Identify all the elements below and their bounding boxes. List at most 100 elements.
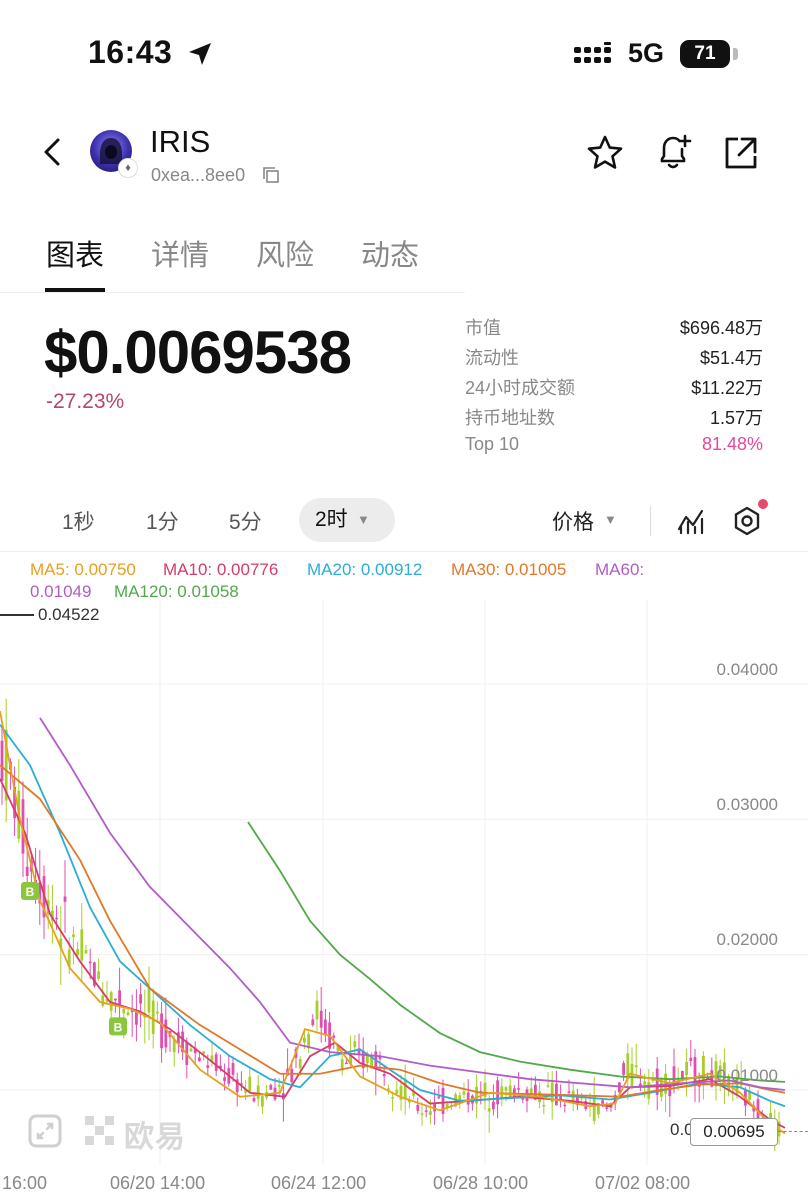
x-tick-label: 06/28 10:00 xyxy=(433,1173,529,1193)
fullscreen-toggle-icon[interactable] xyxy=(28,1114,62,1148)
signal-icon xyxy=(574,42,611,63)
ma10-legend: MA10: 0.00776 xyxy=(163,560,279,579)
candle-body xyxy=(563,1104,567,1107)
battery-cap xyxy=(733,48,738,60)
y-tick-label: 0.02000 xyxy=(716,930,778,949)
price-mode-select[interactable]: 价格 xyxy=(552,506,594,536)
network-type: 5G xyxy=(628,38,665,68)
candle-body xyxy=(0,740,4,781)
candle-body xyxy=(72,934,75,937)
ma30-legend: MA30: 0.01005 xyxy=(451,560,567,579)
candle-body xyxy=(126,1012,130,1016)
stat-label-market-cap: 市值 xyxy=(465,318,501,338)
caret-down-icon[interactable]: ▼ xyxy=(604,512,617,527)
tab-risk[interactable]: 风险 xyxy=(256,232,314,274)
y-tick-label: 0.03000 xyxy=(716,795,778,814)
y-tick-label: 0.04000 xyxy=(716,660,778,679)
candle-body xyxy=(492,1101,495,1110)
stat-value-market-cap: $696.48万 xyxy=(679,318,763,338)
ma60-line xyxy=(39,717,786,1091)
candle-body xyxy=(521,1098,525,1100)
candle-body xyxy=(290,1068,294,1083)
stat-label-holders: 持币地址数 xyxy=(465,408,555,428)
candle-body xyxy=(332,1035,336,1038)
ma5-legend: MA5: 0.00750 xyxy=(30,560,136,579)
ma120-legend: MA120: 0.01058 xyxy=(114,582,239,601)
interval-1s[interactable]: 1秒 xyxy=(62,506,95,536)
candle-body xyxy=(647,1082,651,1099)
candle-body xyxy=(252,1098,256,1102)
tab-activity[interactable]: 动态 xyxy=(361,232,419,274)
candle-body xyxy=(324,1019,327,1035)
x-tick-label: 16:00 xyxy=(2,1173,48,1193)
copy-icon[interactable] xyxy=(262,166,280,184)
candle-body xyxy=(101,995,105,1006)
candle-body xyxy=(261,1096,264,1107)
high-marker-line xyxy=(0,614,34,616)
candle-body xyxy=(601,1100,604,1104)
toolbar-separator xyxy=(650,506,651,536)
stat-value-top10: 81.48% xyxy=(701,434,763,454)
stat-value-liquidity: $51.4万 xyxy=(699,348,763,368)
candle-body xyxy=(353,1041,357,1048)
y-tick-label: 0.01000 xyxy=(716,1066,778,1085)
candle-body xyxy=(605,1107,609,1109)
ma10-line xyxy=(0,778,786,1129)
price-change: -27.23% xyxy=(46,390,125,413)
candle-body xyxy=(622,1063,625,1075)
candle-body xyxy=(277,1084,281,1087)
chart-top-border xyxy=(0,551,808,552)
candle-body xyxy=(223,1077,226,1082)
candle-body xyxy=(160,1013,163,1049)
candle-body xyxy=(378,1056,382,1060)
interval-5m[interactable]: 5分 xyxy=(229,506,262,536)
ma20-line xyxy=(0,724,786,1108)
tab-chart[interactable]: 图表 xyxy=(46,232,104,274)
candle-body xyxy=(567,1091,571,1093)
back-arrow-icon[interactable] xyxy=(38,134,66,170)
candle-body xyxy=(689,1057,693,1061)
location-arrow-icon xyxy=(189,43,211,65)
price-alert-bell-icon[interactable] xyxy=(654,132,694,172)
candle-body xyxy=(122,1009,126,1014)
settings-hexagon-icon[interactable] xyxy=(732,505,762,537)
status-time: 16:43 xyxy=(88,34,173,70)
candle-body xyxy=(269,1084,273,1090)
candle-body xyxy=(303,1037,306,1043)
interval-2h[interactable]: 2时 ▼ xyxy=(299,498,395,542)
stat-value-24h-volume: $11.22万 xyxy=(691,378,763,398)
interval-2h-label: 2时 xyxy=(315,508,348,531)
candle-body xyxy=(164,1019,168,1048)
candle-body xyxy=(500,1086,504,1099)
interval-1m[interactable]: 1分 xyxy=(146,506,179,536)
candle-body xyxy=(630,1063,634,1088)
candle-body xyxy=(151,1000,155,1034)
candle-body xyxy=(315,1000,319,1020)
candle-body xyxy=(114,998,117,1001)
candle-body xyxy=(76,949,79,956)
stat-label-top10: Top 10 xyxy=(465,434,520,454)
favorite-star-icon[interactable] xyxy=(586,134,624,172)
price-chart[interactable]: BB xyxy=(0,600,808,1165)
candle-body xyxy=(504,1087,508,1091)
share-external-icon[interactable] xyxy=(722,134,760,172)
indicator-chart-icon[interactable] xyxy=(676,507,706,535)
token-address: 0xea...8ee0 xyxy=(151,165,246,185)
candle-body xyxy=(643,1081,646,1085)
okx-logo-icon xyxy=(85,1116,114,1145)
candle-body xyxy=(88,961,92,964)
token-name: IRIS xyxy=(150,124,211,159)
buy-marker-label: B xyxy=(26,885,35,899)
candle-body xyxy=(80,929,84,961)
tab-details[interactable]: 详情 xyxy=(151,232,209,274)
candle-body xyxy=(63,896,67,902)
x-tick-label: 06/20 14:00 xyxy=(110,1173,206,1193)
candle-body xyxy=(681,1070,684,1079)
ethereum-chain-icon: ♦ xyxy=(118,158,138,178)
stat-value-holders: 1.57万 xyxy=(709,408,763,428)
candle-body xyxy=(248,1076,252,1092)
candle-body xyxy=(592,1095,596,1121)
candle-body xyxy=(424,1110,428,1112)
candle-body xyxy=(685,1061,688,1076)
candle-body xyxy=(214,1054,218,1071)
